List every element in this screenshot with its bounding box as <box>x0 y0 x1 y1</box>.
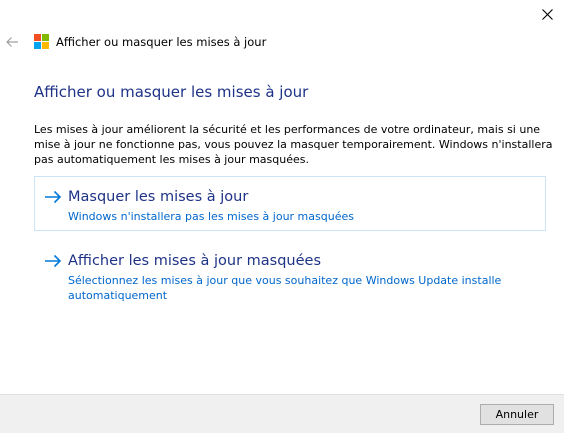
footer-bar: Annuler <box>0 394 564 433</box>
description-text: Les mises à jour améliorent la sécurité … <box>34 123 553 166</box>
arrow-right-icon <box>45 254 62 268</box>
back-button[interactable] <box>4 34 20 50</box>
window-title: Afficher ou masquer les mises à jour <box>56 35 267 49</box>
close-icon <box>541 8 553 20</box>
hide-updates-option[interactable]: Masquer les mises à jour Windows n'insta… <box>34 176 546 231</box>
windows-logo-icon <box>34 34 49 49</box>
close-button[interactable] <box>530 0 564 28</box>
option-title: Masquer les mises à jour <box>68 189 249 205</box>
show-hidden-updates-option[interactable]: Afficher les mises à jour masquées Sélec… <box>34 240 546 308</box>
arrow-right-icon <box>45 190 62 204</box>
header-bar: Afficher ou masquer les mises à jour <box>0 28 564 58</box>
option-title: Afficher les mises à jour masquées <box>68 253 322 269</box>
page-heading: Afficher ou masquer les mises à jour <box>34 83 309 101</box>
option-subtitle: Windows n'installera pas les mises à jou… <box>68 210 354 223</box>
cancel-button[interactable]: Annuler <box>480 404 554 425</box>
option-subtitle: Sélectionnez les mises à jour que vous s… <box>68 274 502 302</box>
back-arrow-icon <box>6 37 18 47</box>
